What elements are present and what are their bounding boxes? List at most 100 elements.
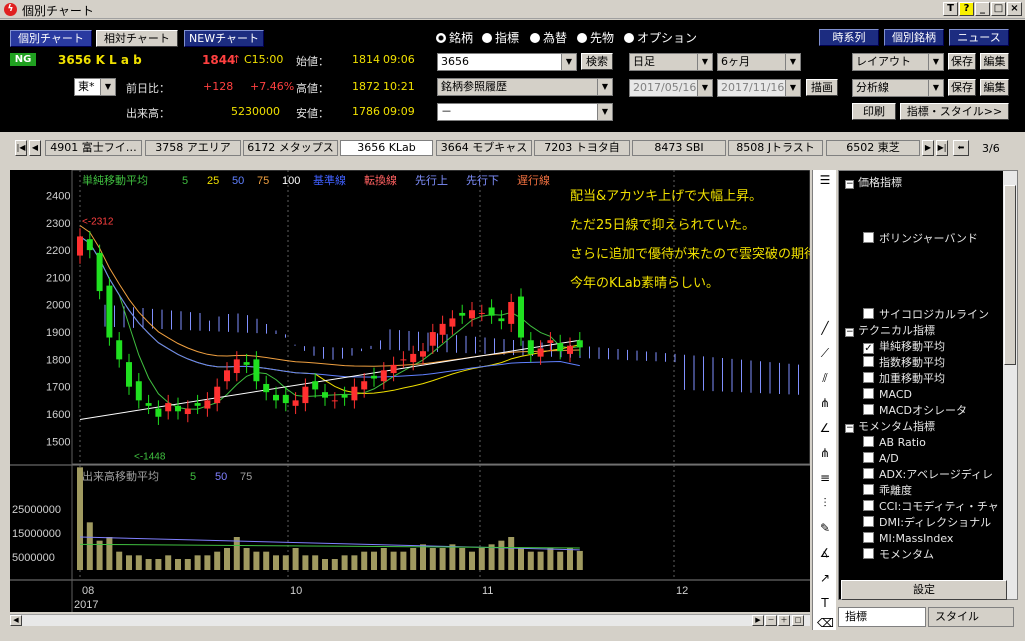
maximize-button[interactable]: □	[991, 2, 1006, 16]
ray-icon[interactable]: ⟋	[817, 345, 833, 361]
radio-stock[interactable]: 銘柄	[436, 29, 473, 46]
tab-stock[interactable]: 3664 モブキャス	[436, 140, 532, 156]
chart-canvas[interactable]: 2400 2300 2200 2100 2000 1900 1800 1700 1600 1500…	[10, 170, 810, 612]
range-select[interactable]: 6ヶ月 ▼	[717, 53, 801, 71]
print-button[interactable]: 印刷	[852, 103, 896, 120]
checkbox[interactable]	[863, 308, 874, 319]
chart-horizontal-scrollbar[interactable]: ◀ ▶ － ＋ □	[10, 614, 810, 626]
layout-edit-button[interactable]: 編集	[980, 53, 1009, 70]
checkbox[interactable]	[863, 388, 874, 399]
minimize-button[interactable]: _	[975, 2, 990, 16]
checkbox[interactable]	[863, 452, 874, 463]
search-button[interactable]: 検索	[581, 53, 613, 70]
t-button[interactable]: T	[943, 2, 958, 16]
tab-stock[interactable]: 8508 Jトラスト	[728, 140, 823, 156]
tree-group[interactable]: − モメンタム指標	[845, 419, 935, 435]
tree-scroll-thumb[interactable]	[1004, 185, 1016, 365]
tree-item[interactable]: モメンタム	[863, 547, 934, 563]
news-button[interactable]: ニュース	[949, 29, 1009, 46]
erase-icon[interactable]: ⌫	[817, 615, 834, 631]
individual-stock-button[interactable]: 個別銘柄	[884, 29, 944, 46]
radio-futures[interactable]: 先物	[577, 29, 614, 46]
close-button[interactable]: ×	[1007, 2, 1022, 16]
zoom-in-icon[interactable]: ＋	[778, 615, 790, 626]
tab-stock[interactable]: 6172 メタップス	[243, 140, 338, 156]
date-from-input[interactable]: 2017/05/16 ▼	[629, 79, 713, 97]
prev-tab-icon[interactable]: ◀	[29, 140, 41, 156]
tree-item[interactable]: ボリンジャーバンド	[863, 231, 978, 247]
layout-save-button[interactable]: 保存	[948, 53, 976, 70]
checkbox[interactable]	[863, 548, 874, 559]
text-tool-icon[interactable]: Ｔ	[817, 595, 833, 611]
pen-icon[interactable]: ✎	[817, 520, 833, 536]
fibo-icon[interactable]: ⋔	[817, 395, 833, 411]
checkbox[interactable]	[863, 516, 874, 527]
checkbox[interactable]	[863, 404, 874, 415]
fan-icon[interactable]: ⋔	[817, 445, 833, 461]
tree-item[interactable]: ADX:アベレージディレ	[863, 467, 993, 483]
next-tab-icon[interactable]: ▶	[922, 140, 934, 156]
back-arrow-icon[interactable]: ⬅	[953, 140, 969, 156]
fit-icon[interactable]: □	[792, 615, 804, 626]
tree-scrollbar[interactable]	[1003, 171, 1017, 599]
date-to-input[interactable]: 2017/11/16 ▼	[717, 79, 801, 97]
code-input[interactable]: 3656 ▼	[437, 53, 577, 71]
last-tab-icon[interactable]: ▶|	[936, 140, 948, 156]
checkbox[interactable]	[863, 232, 874, 243]
draw-button[interactable]: 描画	[806, 79, 838, 96]
tree-item[interactable]: ✓ 単純移動平均	[863, 339, 945, 355]
vline-icon[interactable]: ⫶	[817, 495, 833, 511]
tree-group[interactable]: − テクニカル指標	[845, 323, 935, 339]
scroll-left-icon[interactable]: ◀	[10, 615, 22, 626]
relative-chart-button[interactable]: 相対チャート	[96, 30, 178, 47]
first-tab-icon[interactable]: |◀	[15, 140, 27, 156]
menu-lines-icon[interactable]: ☰	[817, 172, 833, 188]
layout-select[interactable]: レイアウト ▼	[852, 53, 944, 71]
tree-item[interactable]: 加重移動平均	[863, 371, 945, 387]
tree-item[interactable]: MI:MassIndex	[863, 531, 953, 547]
new-chart-button[interactable]: NEWチャート	[184, 30, 264, 47]
blank-select[interactable]: － ▼	[437, 103, 613, 121]
tree-group[interactable]: − 価格指標	[845, 175, 902, 191]
history-select[interactable]: 銘柄参照履歴 ▼	[437, 78, 613, 96]
trendline-icon[interactable]: ╱	[817, 320, 833, 336]
cursor-icon[interactable]: ↗	[817, 570, 833, 586]
checkbox[interactable]	[863, 468, 874, 479]
tab-style[interactable]: スタイル	[928, 607, 1014, 627]
angle-icon[interactable]: ∠	[817, 420, 833, 436]
analysis-select[interactable]: 分析線 ▼	[852, 79, 944, 97]
tree-item[interactable]: 指数移動平均	[863, 355, 945, 371]
analysis-edit-button[interactable]: 編集	[980, 79, 1009, 96]
collapse-icon[interactable]: −	[845, 328, 854, 337]
tab-stock[interactable]: 8473 SBI	[632, 140, 726, 156]
tab-stock[interactable]: 4901 富士フイ…	[45, 140, 142, 156]
checkbox[interactable]: ✓	[863, 343, 874, 354]
analysis-save-button[interactable]: 保存	[948, 79, 976, 96]
radio-options[interactable]: オプション	[624, 29, 697, 46]
zoom-out-icon[interactable]: －	[765, 615, 777, 626]
tab-stock-active[interactable]: 3656 KLab	[340, 140, 433, 156]
time-series-button[interactable]: 時系列	[819, 29, 879, 46]
radio-fx[interactable]: 為替	[530, 29, 567, 46]
tab-stock[interactable]: 3758 アエリア	[145, 140, 241, 156]
tree-item[interactable]: A/D	[863, 451, 899, 467]
price-chart[interactable]: 2400 2300 2200 2100 2000 1900 1800 1700 1600 1500…	[10, 170, 810, 612]
radio-index[interactable]: 指標	[482, 29, 519, 46]
settings-button[interactable]: 設定	[841, 580, 1007, 600]
checkbox[interactable]	[863, 532, 874, 543]
tree-item[interactable]: サイコロジカルライン	[863, 307, 989, 323]
tree-item[interactable]: MACDオシレータ	[863, 403, 967, 419]
checkbox[interactable]	[863, 500, 874, 511]
collapse-icon[interactable]: −	[845, 424, 854, 433]
tree-item[interactable]: MACD	[863, 387, 912, 403]
collapse-icon[interactable]: −	[845, 180, 854, 189]
period-select[interactable]: 日足 ▼	[629, 53, 713, 71]
checkbox[interactable]	[863, 372, 874, 383]
market-select[interactable]: 東* ▼	[74, 78, 116, 96]
tree-item[interactable]: DMI:ディレクショナル	[863, 515, 991, 531]
ruler-icon[interactable]: ∡	[817, 545, 833, 561]
tree-item[interactable]: CCI:コモディティ・チャ	[863, 499, 999, 515]
scroll-right-icon[interactable]: ▶	[752, 615, 764, 626]
indicator-style-button[interactable]: 指標・スタイル>>	[900, 103, 1009, 120]
checkbox[interactable]	[863, 356, 874, 367]
